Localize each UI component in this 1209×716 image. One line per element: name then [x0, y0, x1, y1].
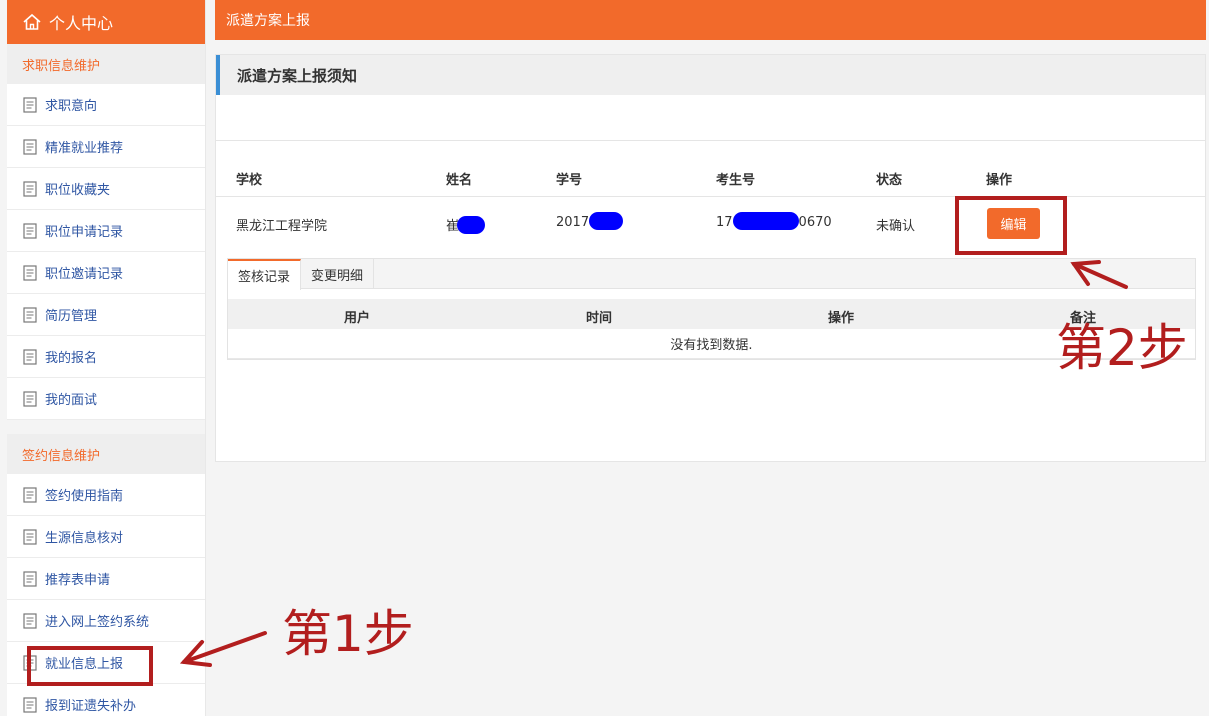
col-student-id: 学号: [556, 173, 583, 188]
document-icon: [23, 570, 37, 587]
sidebar-group-contract[interactable]: 签约信息维护: [7, 434, 205, 474]
sidebar-item-label: 推荐表申请: [45, 573, 111, 588]
tab-sign-records[interactable]: 签核记录: [228, 259, 302, 290]
sidebar: 个人中心 求职信息维护 求职意向精准就业推荐 职位收藏夹职位申请记录 职位邀请记录简…: [7, 0, 206, 716]
sidebar-item-contract-1[interactable]: 生源信息核对: [7, 516, 205, 558]
document-icon: [23, 486, 37, 503]
sidebar-item-label: 签约使用指南: [45, 489, 124, 504]
document-icon: [23, 96, 37, 113]
sidebar-item-contract-5[interactable]: 报到证遗失补办: [7, 684, 205, 716]
col-school: 学校: [236, 173, 263, 188]
cell-name: 崔: [446, 215, 486, 234]
document-icon: [23, 528, 37, 545]
annotation-step2: 第2步: [1056, 319, 1188, 377]
col-status: 状态: [876, 173, 903, 188]
document-icon: [23, 138, 37, 155]
col-exam-no: 考生号: [716, 173, 756, 188]
records-tabs: 签核记录 变更明细: [228, 259, 1195, 290]
document-icon: [23, 222, 37, 239]
annotation-step1: 第1步: [282, 605, 414, 663]
col-action: 操作: [986, 173, 1013, 188]
sidebar-item-label: 我的面试: [45, 393, 98, 408]
exam-no-prefix: 17: [716, 215, 733, 230]
document-icon: [23, 348, 37, 365]
sidebar-item-job-3[interactable]: 职位申请记录: [7, 210, 205, 252]
records-header: 用户 时间 操作 备注: [228, 299, 1195, 329]
page-topbar: 派遣方案上报: [215, 0, 1206, 40]
sidebar-item-job-1[interactable]: 精准就业推荐: [7, 126, 205, 168]
sidebar-item-job-5[interactable]: 简历管理: [7, 294, 205, 336]
sidebar-item-job-7[interactable]: 我的面试: [7, 378, 205, 420]
highlight-box-report: [27, 646, 153, 686]
sidebar-item-label: 我的报名: [45, 351, 98, 366]
rec-col-user: 用户: [344, 311, 371, 326]
main-panel: 派遣方案上报须知 学校 姓名 学号 考生号 状态 操作 黑龙江工程学院 崔 20…: [215, 54, 1206, 462]
sidebar-item-label: 求职意向: [45, 99, 98, 114]
panel-title: 派遣方案上报须知: [216, 55, 1205, 95]
sidebar-item-label: 简历管理: [45, 309, 98, 324]
exam-no-suffix: 0670: [798, 215, 832, 230]
redaction-mark: [457, 216, 486, 234]
redaction-mark: [589, 212, 624, 230]
rec-col-operation: 操作: [828, 311, 855, 326]
sidebar-item-label: 精准就业推荐: [45, 141, 124, 156]
sidebar-item-job-0[interactable]: 求职意向: [7, 84, 205, 126]
sidebar-item-label: 生源信息核对: [45, 531, 124, 546]
tab-change-details[interactable]: 变更明细: [301, 259, 375, 289]
sidebar-item-job-6[interactable]: 我的报名: [7, 336, 205, 378]
document-icon: [23, 264, 37, 281]
records-empty-text: 没有找到数据.: [228, 329, 1195, 359]
sidebar-header-label: 个人中心: [49, 14, 114, 33]
document-icon: [23, 180, 37, 197]
cell-student-id: 2017: [556, 212, 624, 230]
sidebar-item-contract-3[interactable]: 进入网上签约系统: [7, 600, 205, 642]
notice-area: [216, 95, 1205, 141]
document-icon: [23, 306, 37, 323]
sidebar-header[interactable]: 个人中心: [7, 0, 205, 44]
sidebar-group-job[interactable]: 求职信息维护: [7, 44, 205, 84]
home-icon: [23, 13, 41, 30]
records-box: 签核记录 变更明细 用户 时间 操作 备注 没有找到数据.: [227, 258, 1196, 360]
sidebar-item-contract-2[interactable]: 推荐表申请: [7, 558, 205, 600]
sidebar-item-contract-0[interactable]: 签约使用指南: [7, 474, 205, 516]
cell-exam-no: 17 0670: [716, 212, 832, 230]
page-topbar-title: 派遣方案上报: [226, 13, 310, 29]
document-icon: [23, 612, 37, 629]
sidebar-item-label: 报到证遗失补办: [45, 699, 137, 714]
cell-status: 未确认: [876, 219, 916, 234]
sidebar-item-label: 职位收藏夹: [45, 183, 111, 198]
document-icon: [23, 696, 37, 713]
document-icon: [23, 390, 37, 407]
grid-header: 学校 姓名 学号 考生号 状态 操作: [216, 141, 1205, 197]
col-name: 姓名: [446, 173, 473, 188]
student-id-prefix: 2017: [556, 215, 590, 230]
cell-school: 黑龙江工程学院: [236, 219, 328, 234]
highlight-box-edit: [955, 196, 1067, 255]
redaction-mark: [732, 212, 799, 230]
sidebar-item-job-4[interactable]: 职位邀请记录: [7, 252, 205, 294]
sidebar-item-label: 进入网上签约系统: [45, 615, 150, 630]
sidebar-item-job-2[interactable]: 职位收藏夹: [7, 168, 205, 210]
sidebar-gap: [7, 420, 205, 434]
sidebar-item-label: 职位申请记录: [45, 225, 124, 240]
sidebar-item-label: 职位邀请记录: [45, 267, 124, 282]
rec-col-time: 时间: [586, 311, 613, 326]
